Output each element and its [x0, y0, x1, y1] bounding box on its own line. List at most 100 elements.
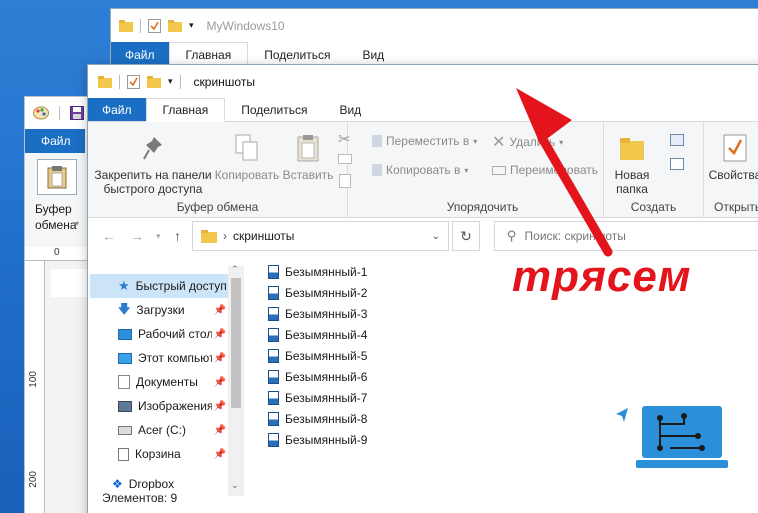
file-name: Безымянный-7 — [285, 390, 368, 405]
nav-label: Документы — [136, 375, 198, 389]
pin-icon: 📌 — [213, 376, 226, 388]
navigation-pane: ★ Быстрый доступ 🡇 Загрузки 📌 Рабочий ст… — [88, 264, 244, 496]
address-bar[interactable]: › скриншоты ⌄ — [192, 221, 449, 251]
chevron-down-icon[interactable]: ▾ — [156, 231, 161, 242]
tab-share[interactable]: Поделиться — [225, 98, 323, 121]
logo-text: УЛЬТРА ПК — [615, 476, 733, 498]
ribbon: Закрепить на панели быстрого доступа Коп… — [88, 122, 758, 218]
vertical-ruler: 100 200 — [25, 261, 45, 513]
copy-button[interactable]: Копировать — [214, 130, 280, 182]
separator — [59, 106, 60, 120]
list-item[interactable]: Безымянный-9 — [268, 429, 367, 450]
new-folder-icon[interactable] — [147, 75, 161, 88]
back-title-bar[interactable]: ▾ MyWindows10 — [111, 9, 758, 42]
image-file-icon — [268, 432, 279, 447]
file-name: Безымянный-2 — [285, 285, 368, 300]
quick-access-dropdown-icon[interactable]: ▾ — [168, 76, 173, 87]
file-name: Безымянный-9 — [285, 432, 368, 447]
address-row: ← → ▾ ↑ › скриншоты ⌄ ↻ ⚲ Поиск: скриншо… — [88, 220, 758, 254]
clipboard-group: Закрепить на панели быстрого доступа Коп… — [88, 122, 352, 218]
properties-icon[interactable] — [148, 18, 161, 33]
nav-item-images[interactable]: Изображения 📌 — [88, 394, 228, 418]
folder-icon — [201, 230, 217, 243]
copy-label: Копировать — [214, 168, 280, 182]
copy-path-icon[interactable] — [338, 154, 352, 164]
properties-icon[interactable] — [127, 74, 140, 89]
nav-label: Загрузки — [136, 303, 185, 317]
paste-shortcut-icon[interactable] — [339, 174, 351, 188]
refresh-button[interactable]: ↻ — [452, 221, 480, 251]
title-bar[interactable]: ▾ скриншоты — [88, 65, 758, 98]
nav-label: Acer (C:) — [138, 423, 186, 437]
nav-label: Рабочий стол — [138, 327, 212, 341]
folder-icon — [98, 75, 112, 88]
breadcrumb-chevron-icon[interactable]: › — [223, 229, 227, 243]
nav-scrollbar[interactable]: ⌃ ⌄ — [228, 264, 244, 496]
copy-to-button[interactable]: Копировать в ▾ — [372, 163, 468, 177]
move-to-button[interactable]: Переместить в ▾ — [372, 134, 477, 148]
star-icon: ★ — [118, 278, 130, 293]
image-file-icon — [268, 285, 279, 300]
status-bar-count: Элементов: 9 — [102, 491, 178, 505]
nav-label: Dropbox — [128, 477, 175, 491]
nav-item-recycle-bin[interactable]: Корзина 📌 — [88, 442, 228, 466]
file-list: Безымянный-1 Безымянный-2 Безымянный-3 Б… — [268, 261, 367, 450]
address-dropdown-icon[interactable]: ⌄ — [432, 231, 440, 242]
recycle-bin-icon — [118, 447, 129, 461]
cut-icon[interactable]: ✂ — [338, 130, 351, 148]
new-folder-icon[interactable] — [168, 19, 182, 32]
drive-icon — [118, 425, 132, 435]
list-item[interactable]: Безымянный-7 — [268, 387, 367, 408]
paint-file-tab[interactable]: Файл — [25, 129, 85, 153]
nav-item-downloads[interactable]: 🡇 Загрузки 📌 — [88, 298, 228, 322]
save-icon[interactable] — [70, 106, 84, 120]
image-file-icon — [268, 264, 279, 279]
tab-view[interactable]: Вид — [323, 98, 377, 121]
list-item[interactable]: Безымянный-1 — [268, 261, 367, 282]
quick-access-dropdown-icon[interactable]: ▾ — [189, 20, 194, 31]
pin-icon: 📌 — [213, 424, 226, 436]
pin-label: Закрепить на панели быстрого доступа — [94, 168, 212, 196]
computer-icon — [118, 352, 132, 364]
new-item-icon[interactable] — [670, 134, 684, 146]
nav-item-documents[interactable]: Документы 📌 — [88, 370, 228, 394]
copy-to-label: Копировать в — [386, 163, 461, 177]
breadcrumb[interactable]: скриншоты — [233, 229, 294, 243]
back-arrow-icon[interactable]: ← — [102, 228, 116, 244]
chevron-down-icon: ▾ — [473, 136, 478, 146]
desktop-icon — [118, 328, 132, 340]
chevron-down-icon: ▾ — [464, 165, 469, 175]
list-item[interactable]: Безымянный-8 — [268, 408, 367, 429]
properties-icon — [723, 134, 747, 162]
easy-access-icon[interactable] — [670, 158, 684, 170]
paste-label: Вставить — [282, 168, 334, 182]
nav-item-this-pc[interactable]: Этот компьютер 📌 — [88, 346, 228, 370]
list-item[interactable]: Безымянный-3 — [268, 303, 367, 324]
forward-arrow-icon[interactable]: → — [130, 228, 144, 244]
list-item[interactable]: Безымянный-4 — [268, 324, 367, 345]
clipboard-dropdown-icon[interactable]: ▾ — [75, 219, 79, 228]
paste-button[interactable] — [37, 159, 77, 195]
properties-button[interactable]: Свойства — [708, 130, 758, 182]
nav-item-quick-access[interactable]: ★ Быстрый доступ — [90, 274, 228, 298]
tab-home[interactable]: Главная — [145, 98, 226, 122]
window-title: MyWindows10 — [206, 18, 285, 33]
copy-icon — [235, 134, 258, 161]
separator — [179, 74, 181, 89]
paste-icon — [297, 135, 319, 162]
scrollbar-thumb[interactable] — [231, 278, 241, 408]
list-item[interactable]: Безымянный-6 — [268, 366, 367, 387]
list-item[interactable]: Безымянный-2 — [268, 282, 367, 303]
paste-button[interactable]: Вставить — [282, 130, 334, 182]
paint-palette-icon — [33, 106, 49, 120]
tab-file[interactable]: Файл — [88, 98, 146, 121]
up-arrow-icon[interactable]: ↑ — [174, 228, 181, 244]
scroll-down-icon[interactable]: ⌄ — [231, 480, 239, 491]
nav-item-desktop[interactable]: Рабочий стол 📌 — [88, 322, 228, 346]
scroll-up-icon[interactable]: ⌃ — [231, 264, 239, 275]
download-icon: 🡇 — [118, 301, 131, 316]
list-item[interactable]: Безымянный-5 — [268, 345, 367, 366]
pin-quick-access-button[interactable]: Закрепить на панели быстрого доступа — [94, 130, 212, 196]
nav-item-drive-c[interactable]: Acer (C:) 📌 — [88, 418, 228, 442]
clipboard-label[interactable]: Буфер обмена — [35, 201, 77, 233]
